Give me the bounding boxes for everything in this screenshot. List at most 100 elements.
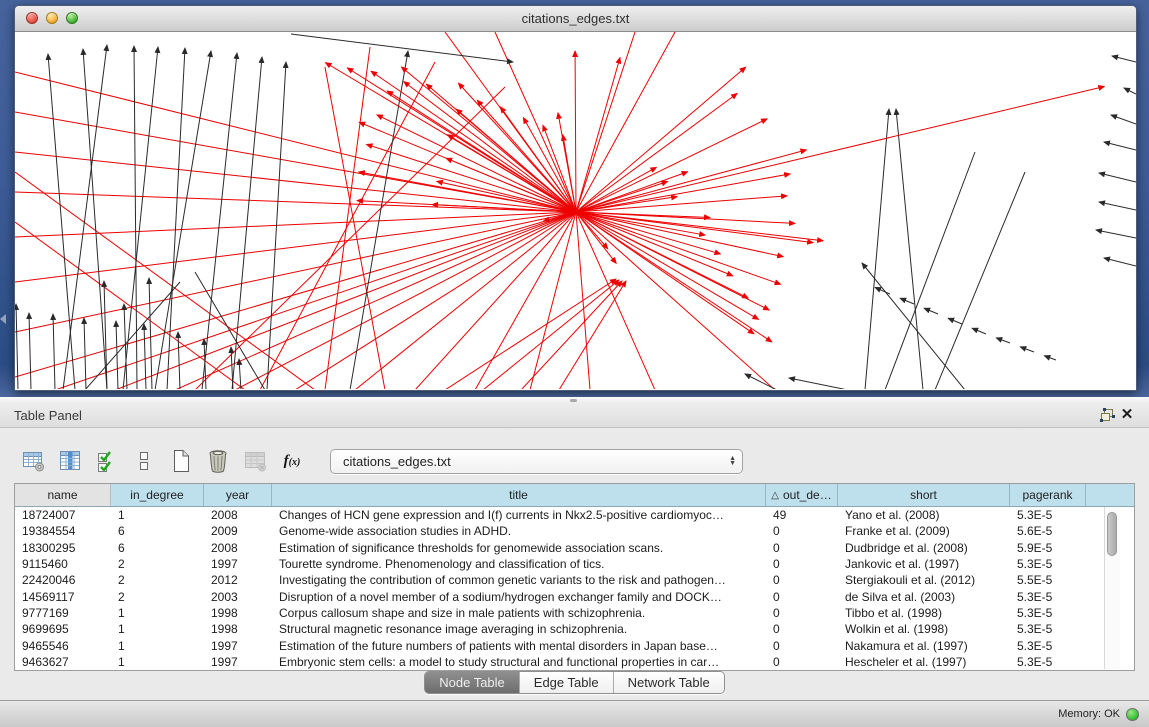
black-edge[interactable]	[1124, 88, 1136, 94]
black-edge[interactable]	[178, 332, 180, 389]
close-panel-button[interactable]: ✕	[1117, 406, 1137, 424]
red-edge[interactable]	[576, 212, 769, 310]
red-edge[interactable]	[521, 281, 622, 389]
function-builder-button[interactable]: f(x)	[279, 448, 305, 474]
black-edge[interactable]	[1111, 115, 1136, 124]
black-edge[interactable]	[1020, 347, 1034, 352]
red-edge[interactable]	[576, 87, 1104, 212]
red-edge[interactable]	[347, 68, 576, 212]
red-edge[interactable]	[477, 100, 576, 212]
table-selector-dropdown[interactable]: citations_edges.txt ▲▼	[330, 449, 743, 474]
black-edge[interactable]	[924, 308, 938, 314]
black-edge[interactable]	[149, 278, 152, 389]
black-edge[interactable]	[745, 374, 777, 389]
column-header-short[interactable]: short	[838, 484, 1010, 506]
red-edge[interactable]	[445, 279, 616, 389]
black-edge[interactable]	[167, 48, 185, 389]
red-edge[interactable]	[15, 212, 576, 377]
black-edge[interactable]	[1099, 173, 1136, 182]
black-edge[interactable]	[885, 152, 975, 389]
table-settings-button[interactable]	[20, 448, 46, 474]
black-edge[interactable]	[202, 53, 237, 389]
black-edge[interactable]	[123, 47, 158, 389]
table-row[interactable]: 1938455462009Genome-wide association stu…	[15, 523, 1134, 539]
black-edge[interactable]	[1112, 56, 1136, 62]
red-edge[interactable]	[576, 172, 688, 212]
tab-network-table[interactable]: Network Table	[613, 672, 724, 693]
black-edge[interactable]	[144, 324, 146, 389]
red-edge[interactable]	[559, 281, 626, 389]
window-minimize-button[interactable]	[46, 12, 58, 24]
collapsed-panel-handle[interactable]	[0, 314, 6, 324]
red-edge[interactable]	[355, 212, 576, 389]
scrollbar-thumb[interactable]	[1107, 512, 1117, 556]
column-header-name[interactable]: name	[15, 484, 111, 506]
black-edge[interactable]	[84, 318, 86, 389]
delete-table-button[interactable]	[205, 448, 231, 474]
black-edge[interactable]	[935, 172, 1025, 389]
table-row[interactable]: 1830029562008Estimation of significance …	[15, 540, 1134, 556]
red-edge[interactable]	[483, 280, 619, 389]
network-window-titlebar[interactable]: citations_edges.txt	[15, 6, 1136, 32]
black-edge[interactable]	[48, 54, 75, 389]
table-row[interactable]: 1456911722003Disruption of a novel membe…	[15, 588, 1134, 604]
float-panel-button[interactable]	[1097, 406, 1117, 424]
red-edge[interactable]	[576, 212, 775, 389]
red-edge[interactable]	[558, 113, 576, 212]
window-close-button[interactable]	[26, 12, 38, 24]
red-edge[interactable]	[495, 32, 576, 212]
red-edge[interactable]	[575, 51, 576, 212]
black-edge[interactable]	[239, 359, 241, 389]
window-zoom-button[interactable]	[66, 12, 78, 24]
column-visibility-button[interactable]	[57, 448, 83, 474]
red-edge[interactable]	[576, 94, 737, 212]
network-canvas[interactable]	[15, 32, 1136, 389]
select-columns-button[interactable]	[94, 448, 120, 474]
red-edge[interactable]	[415, 212, 576, 389]
black-edge[interactable]	[1044, 356, 1056, 360]
red-edge[interactable]	[195, 87, 505, 389]
red-edge[interactable]	[576, 32, 635, 212]
red-edge[interactable]	[260, 62, 435, 389]
new-table-button[interactable]	[168, 448, 194, 474]
tab-node-table[interactable]: Node Table	[425, 672, 519, 693]
table-row[interactable]: 969969511998Structural magnetic resonanc…	[15, 621, 1134, 637]
black-edge[interactable]	[1099, 202, 1136, 210]
black-edge[interactable]	[83, 49, 107, 389]
column-header-out_de[interactable]: △out_de…	[766, 484, 838, 506]
red-edge[interactable]	[576, 174, 790, 212]
table-row[interactable]: 2242004622012Investigating the contribut…	[15, 572, 1134, 588]
table-row[interactable]: 977716911998Corpus callosum shape and si…	[15, 605, 1134, 621]
red-edge[interactable]	[115, 212, 576, 389]
panel-splitter[interactable]	[0, 397, 1149, 403]
black-edge[interactable]	[155, 51, 211, 389]
memory-ok-indicator-icon[interactable]	[1126, 708, 1139, 721]
black-edge[interactable]	[948, 318, 962, 324]
black-edge[interactable]	[291, 34, 513, 62]
red-edge[interactable]	[530, 212, 576, 389]
table-row[interactable]: 911546021997Tourette syndrome. Phenomeno…	[15, 556, 1134, 572]
tab-edge-table[interactable]: Edge Table	[519, 672, 613, 693]
table-row[interactable]: 1872400712008Changes of HCN gene express…	[15, 507, 1134, 523]
table-row[interactable]: 946362711997Embryonic stem cells: a mode…	[15, 654, 1134, 670]
column-header-title[interactable]: title	[272, 484, 766, 506]
column-header-pagerank[interactable]: pagerank	[1010, 484, 1086, 506]
black-edge[interactable]	[1096, 230, 1136, 238]
black-edge[interactable]	[996, 338, 1010, 343]
black-edge[interactable]	[134, 46, 137, 389]
black-edge[interactable]	[1104, 258, 1136, 266]
table-vertical-scrollbar[interactable]	[1104, 507, 1120, 669]
black-edge[interactable]	[789, 378, 848, 389]
black-edge[interactable]	[53, 314, 55, 389]
column-header-year[interactable]: year	[204, 484, 272, 506]
black-edge[interactable]	[862, 263, 965, 389]
column-header-in_degree[interactable]: in_degree	[111, 484, 204, 506]
red-edge[interactable]	[55, 212, 576, 389]
black-edge[interactable]	[972, 328, 986, 334]
black-edge[interactable]	[900, 298, 914, 304]
merge-rows-button[interactable]	[131, 448, 157, 474]
red-edge[interactable]	[371, 71, 576, 212]
black-edge[interactable]	[865, 109, 889, 389]
red-edge[interactable]	[576, 119, 767, 212]
red-edge[interactable]	[325, 67, 385, 389]
